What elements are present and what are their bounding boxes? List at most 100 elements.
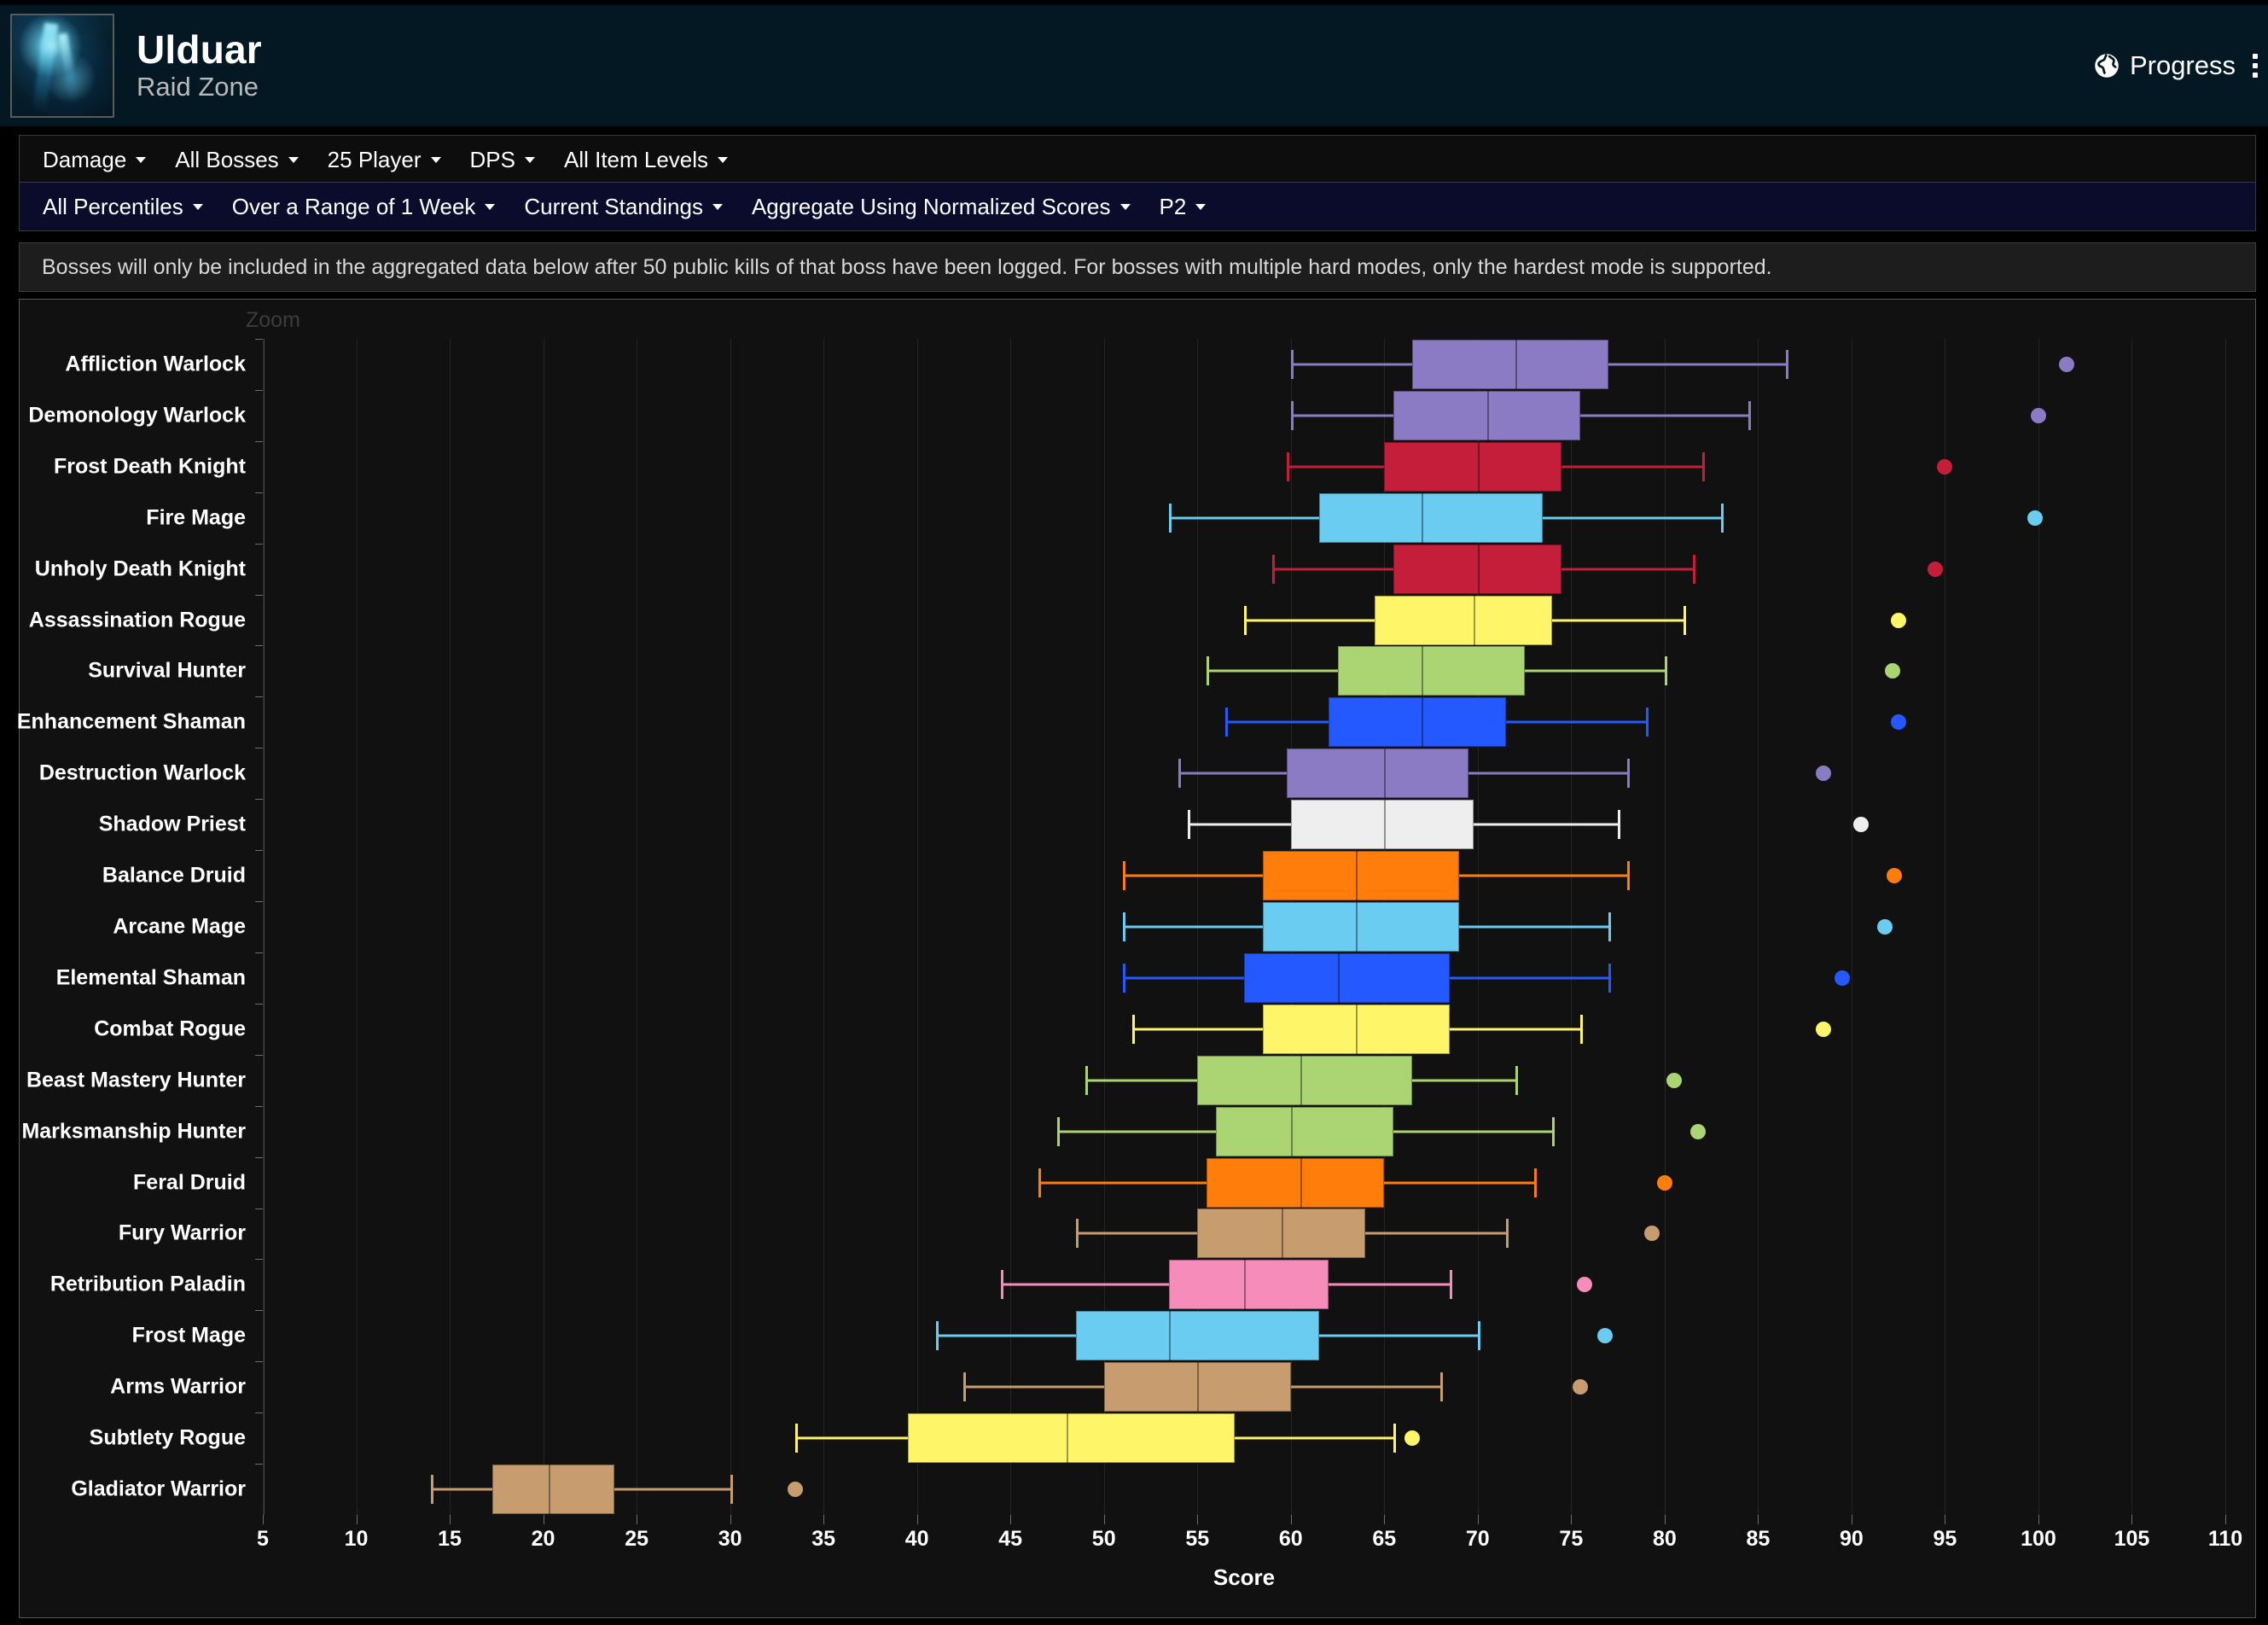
boxplot-row[interactable] [263, 1004, 2225, 1055]
outlier-point[interactable] [1577, 1277, 1592, 1292]
filter-damage[interactable]: Damage [28, 141, 160, 179]
boxplot-row[interactable] [263, 748, 2225, 799]
boxplot-row[interactable] [263, 1055, 2225, 1106]
filter-aggregate-using-normalized-scores[interactable]: Aggregate Using Normalized Scores [737, 188, 1145, 226]
outlier-point[interactable] [2031, 408, 2046, 423]
outlier-point[interactable] [1877, 919, 1893, 935]
filter-current-standings[interactable]: Current Standings [509, 188, 737, 226]
boxplot-row[interactable] [263, 1412, 2225, 1464]
boxplot-row[interactable] [263, 1106, 2225, 1157]
x-tick-mark [450, 1515, 451, 1524]
outlier-point[interactable] [1885, 663, 1900, 679]
chevron-down-icon [718, 157, 728, 163]
zone-titles: Ulduar Raid Zone [137, 29, 262, 103]
whisker-cap-min [1291, 401, 1294, 430]
box-iqr [1076, 1311, 1319, 1360]
box-iqr [1263, 851, 1459, 900]
median-line [1422, 697, 1423, 747]
x-tick-mark [357, 1515, 358, 1524]
boxplot-row[interactable] [263, 492, 2225, 544]
outlier-point[interactable] [2027, 510, 2043, 526]
filter-label: Over a Range of 1 Week [232, 194, 476, 220]
filter-label: All Bosses [175, 147, 278, 173]
outlier-point[interactable] [788, 1482, 803, 1497]
boxplot-row[interactable] [263, 1259, 2225, 1310]
whisker-cap-max [1693, 555, 1695, 584]
boxplot-row[interactable] [263, 1209, 2225, 1260]
outlier-point[interactable] [1657, 1175, 1672, 1191]
boxplot-row[interactable] [263, 339, 2225, 390]
y-tick-mark [255, 595, 263, 596]
filter-dps[interactable]: DPS [456, 141, 550, 179]
boxplot-row[interactable] [263, 1157, 2225, 1209]
outlier-point[interactable] [1597, 1328, 1613, 1343]
outlier-point[interactable] [1573, 1379, 1588, 1395]
boxplot-row[interactable] [263, 696, 2225, 748]
y-axis-category-label: Demonology Warlock [28, 403, 246, 428]
filter-label: Damage [43, 147, 126, 173]
outlier-point[interactable] [1690, 1124, 1706, 1139]
outlier-point[interactable] [1891, 714, 1906, 730]
boxplot-row[interactable] [263, 441, 2225, 492]
boxplot-row[interactable] [263, 952, 2225, 1004]
filter-all-item-levels[interactable]: All Item Levels [550, 141, 742, 179]
y-tick-mark [255, 952, 263, 953]
filter-label: Current Standings [524, 194, 703, 220]
outlier-point[interactable] [2059, 357, 2074, 372]
filter-p2[interactable]: P2 [1145, 188, 1221, 226]
y-axis-category-label: Fury Warrior [119, 1221, 246, 1246]
boxplot-row[interactable] [263, 1310, 2225, 1361]
outlier-point[interactable] [1816, 1022, 1831, 1037]
outlier-point[interactable] [1666, 1073, 1682, 1088]
median-line [1291, 1107, 1293, 1156]
whisker-cap-max [1702, 452, 1705, 481]
whisker-cap-max [1627, 861, 1630, 890]
whisker-cap-max [1534, 1168, 1537, 1197]
zoom-label: Zoom [246, 308, 300, 333]
boxplot-row[interactable] [263, 799, 2225, 850]
progress-link[interactable]: Progress [2094, 50, 2236, 81]
y-tick-mark [255, 1259, 263, 1260]
outlier-point[interactable] [1891, 613, 1906, 628]
boxplot-row[interactable] [263, 645, 2225, 696]
boxplot-row[interactable] [263, 1464, 2225, 1515]
x-tick-mark [1384, 1515, 1385, 1524]
x-tick-label: 20 [532, 1527, 555, 1552]
outlier-point[interactable] [1853, 817, 1869, 832]
kebab-menu-icon[interactable] [2249, 52, 2261, 79]
outlier-point[interactable] [1404, 1430, 1420, 1446]
outlier-point[interactable] [1887, 868, 1902, 883]
boxplot-row[interactable] [263, 850, 2225, 901]
filter-all-bosses[interactable]: All Bosses [160, 141, 312, 179]
box-iqr [492, 1465, 614, 1514]
y-tick-mark [255, 645, 263, 646]
outlier-point[interactable] [1835, 970, 1850, 986]
x-tick-mark [2038, 1515, 2039, 1524]
whisker-cap-max [1393, 1424, 1396, 1453]
whisker-cap-max [1580, 1015, 1583, 1044]
outlier-point[interactable] [1928, 562, 1943, 577]
box-iqr [1287, 748, 1468, 798]
boxplot-row[interactable] [263, 901, 2225, 952]
x-tick-label: 15 [438, 1527, 462, 1552]
whisker-cap-max [1618, 810, 1620, 839]
boxplot-chart[interactable]: 5101520253035404550556065707580859095100… [263, 339, 2225, 1515]
boxplot-row[interactable] [263, 595, 2225, 646]
y-axis-category-label: Destruction Warlock [39, 761, 246, 786]
whisker-cap-max [1748, 401, 1751, 430]
whisker-cap-min [1123, 861, 1125, 890]
boxplot-row[interactable] [263, 544, 2225, 595]
boxplot-row[interactable] [263, 1361, 2225, 1412]
outlier-point[interactable] [1816, 766, 1831, 781]
outlier-point[interactable] [1937, 459, 1952, 475]
filter-over-a-range-of-1-week[interactable]: Over a Range of 1 Week [218, 188, 510, 226]
filter-25-player[interactable]: 25 Player [313, 141, 456, 179]
filter-all-percentiles[interactable]: All Percentiles [28, 188, 218, 226]
x-tick-label: 95 [1934, 1527, 1957, 1552]
notice-banner: Bosses will only be included in the aggr… [19, 242, 2256, 292]
outlier-point[interactable] [1644, 1226, 1660, 1241]
boxplot-row[interactable] [263, 390, 2225, 441]
y-axis-category-label: Assassination Rogue [29, 608, 246, 632]
x-tick-label: 60 [1279, 1527, 1303, 1552]
box-iqr [1329, 697, 1506, 747]
